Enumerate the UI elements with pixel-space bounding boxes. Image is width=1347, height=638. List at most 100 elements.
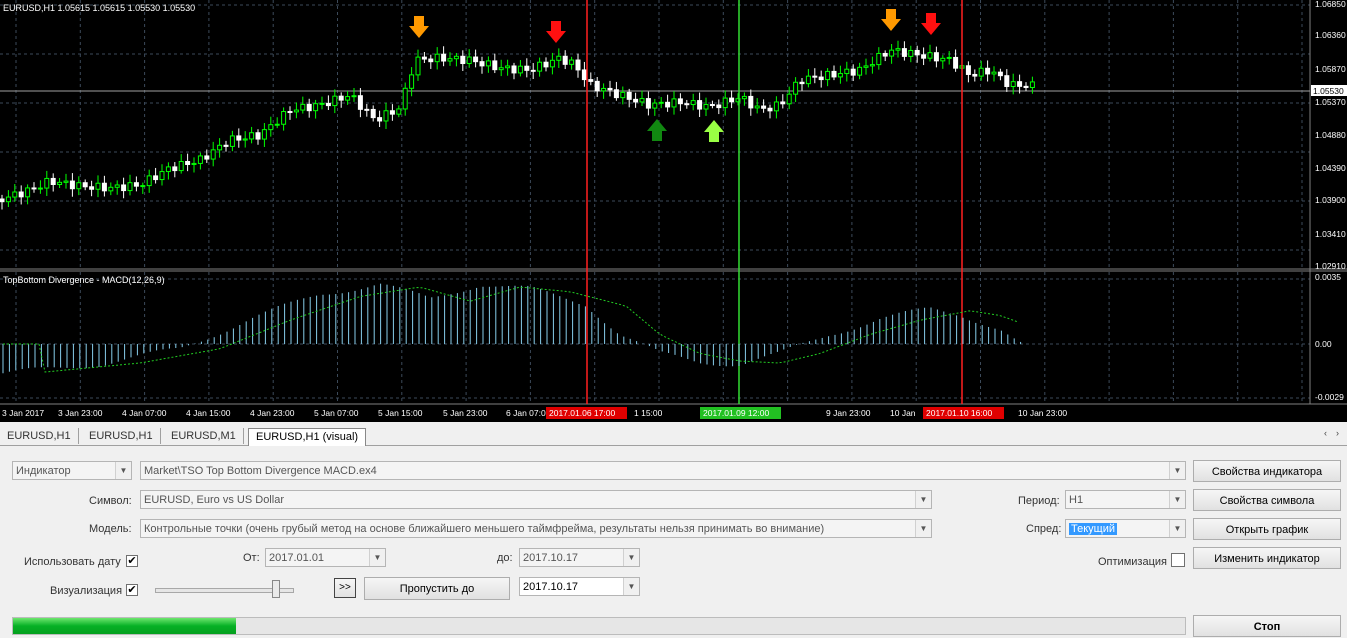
candle-body [485, 60, 491, 67]
skip-to-date-input[interactable]: 2017.10.17 ▼ [519, 577, 640, 596]
candle-body [261, 129, 267, 140]
tab-eurusd-m1[interactable]: EURUSD,M1 [164, 428, 244, 444]
tab-scroll-right-icon[interactable]: › [1336, 428, 1339, 438]
chevron-down-icon[interactable]: ▼ [915, 491, 931, 508]
candle-body [428, 58, 434, 63]
indicator-path-select[interactable]: Market\TSO Top Bottom Divergence MACD.ex… [140, 461, 1186, 480]
candle-body [396, 108, 402, 115]
candle-body [697, 100, 703, 110]
candle-body [447, 58, 453, 62]
visualization-checkbox[interactable]: ✔ [126, 584, 138, 596]
candle-body [639, 98, 645, 103]
candle-body [946, 56, 952, 59]
candle-body [1017, 81, 1023, 87]
tab-eurusd-h1-2[interactable]: EURUSD,H1 [82, 428, 161, 444]
calendar-dropdown-icon[interactable]: ▼ [623, 549, 639, 566]
to-date-input[interactable]: 2017.10.17 ▼ [519, 548, 640, 567]
use-date-checkbox[interactable]: ✔ [126, 555, 138, 567]
chart-window[interactable]: EURUSD,H1 1.05615 1.05615 1.05530 1.0553… [0, 0, 1347, 422]
model-select[interactable]: Контрольные точки (очень грубый метод на… [140, 519, 932, 538]
candle-body [684, 103, 690, 106]
candle-body [402, 87, 408, 110]
spread-select[interactable]: Текущий ▼ [1065, 519, 1186, 538]
candle-body [645, 98, 651, 109]
candle-body [313, 103, 319, 112]
candle-body [1004, 75, 1010, 87]
candle-body [863, 65, 869, 68]
candle-body [89, 186, 95, 190]
indicator-properties-button[interactable]: Свойства индикатора [1193, 460, 1341, 482]
candle-body [876, 52, 882, 66]
candle-body [127, 182, 133, 192]
candle-body [556, 55, 562, 61]
tester-type-value: Индикатор [16, 465, 71, 477]
calendar-dropdown-icon[interactable]: ▼ [369, 549, 385, 566]
price-scale-label: 1.06360 [1315, 30, 1346, 40]
modify-indicator-button[interactable]: Изменить индикатор [1193, 547, 1341, 569]
symbol-properties-button[interactable]: Свойства символа [1193, 489, 1341, 511]
candle-body [805, 75, 811, 85]
open-chart-button[interactable]: Открыть график [1193, 518, 1341, 540]
candle-body [633, 98, 639, 103]
candle-body [492, 60, 498, 71]
candle-body [908, 49, 914, 57]
candle-body [18, 191, 24, 198]
chevron-down-icon[interactable]: ▼ [1169, 520, 1185, 537]
chart-header: EURUSD,H1 1.05615 1.05615 1.05530 1.0553… [3, 3, 195, 13]
chevron-down-icon[interactable]: ▼ [115, 462, 131, 479]
tab-eurusd-h1-1[interactable]: EURUSD,H1 [0, 428, 79, 444]
candle-body [581, 69, 587, 81]
candle-body [965, 65, 971, 75]
use-date-label: Использовать дату [24, 556, 121, 568]
chevron-down-icon[interactable]: ▼ [915, 520, 931, 537]
candle-body [421, 56, 427, 60]
fast-forward-button[interactable]: >> [334, 578, 356, 598]
tab-scroll-left-icon[interactable]: ‹ [1324, 428, 1327, 438]
chevron-down-icon[interactable]: ▼ [1169, 491, 1185, 508]
speed-slider-thumb[interactable] [271, 580, 280, 598]
candle-body [505, 65, 511, 69]
candle-body [197, 155, 203, 164]
candle-body [364, 108, 370, 111]
stop-button[interactable]: Стоп [1193, 615, 1341, 637]
symbol-select[interactable]: EURUSD, Euro vs US Dollar ▼ [140, 490, 932, 509]
candle-body [377, 117, 383, 122]
candle-body [549, 59, 555, 68]
price-scale-label: 1.04390 [1315, 163, 1346, 173]
candle-body [223, 144, 229, 147]
price-chart-canvas[interactable]: EURUSD,H1 1.05615 1.05615 1.05530 1.0553… [0, 0, 1347, 422]
candle-body [415, 56, 421, 76]
chevron-down-icon[interactable]: ▼ [1169, 462, 1185, 479]
candle-body [57, 181, 63, 185]
period-select[interactable]: H1 ▼ [1065, 490, 1186, 509]
price-scale-label: 1.05870 [1315, 64, 1346, 74]
skip-to-button[interactable]: Пропустить до [364, 577, 510, 600]
tab-eurusd-h1-visual[interactable]: EURUSD,H1 (visual) [248, 428, 367, 446]
optimization-checkbox[interactable] [1171, 553, 1185, 567]
period-value: H1 [1069, 494, 1084, 506]
to-date-value: 2017.10.17 [523, 552, 579, 564]
candle-body [306, 103, 312, 112]
time-scale-label: 9 Jan 23:00 [826, 408, 871, 418]
macd-scale-label: 0.00 [1315, 339, 1332, 349]
candle-body [620, 91, 626, 99]
from-date-input[interactable]: 2017.01.01 ▼ [265, 548, 386, 567]
candle-body [594, 80, 600, 92]
candle-body [754, 105, 760, 109]
tester-type-select[interactable]: Индикатор ▼ [12, 461, 132, 480]
candle-body [1029, 81, 1035, 88]
sell-arrow-icon [881, 9, 901, 31]
calendar-dropdown-icon[interactable]: ▼ [623, 578, 639, 595]
price-scale-label: 1.03900 [1315, 195, 1346, 205]
candle-body [191, 162, 197, 165]
to-label: до: [497, 552, 513, 564]
candle-body [217, 144, 223, 151]
candle-body [325, 102, 331, 107]
candle-body [460, 55, 466, 65]
price-scale-label: 1.02910 [1315, 261, 1346, 271]
candle-body [140, 185, 146, 188]
candle-body [370, 108, 376, 119]
price-scale-label: 1.03410 [1315, 229, 1346, 239]
candle-body [453, 55, 459, 60]
candle-body [569, 59, 575, 65]
